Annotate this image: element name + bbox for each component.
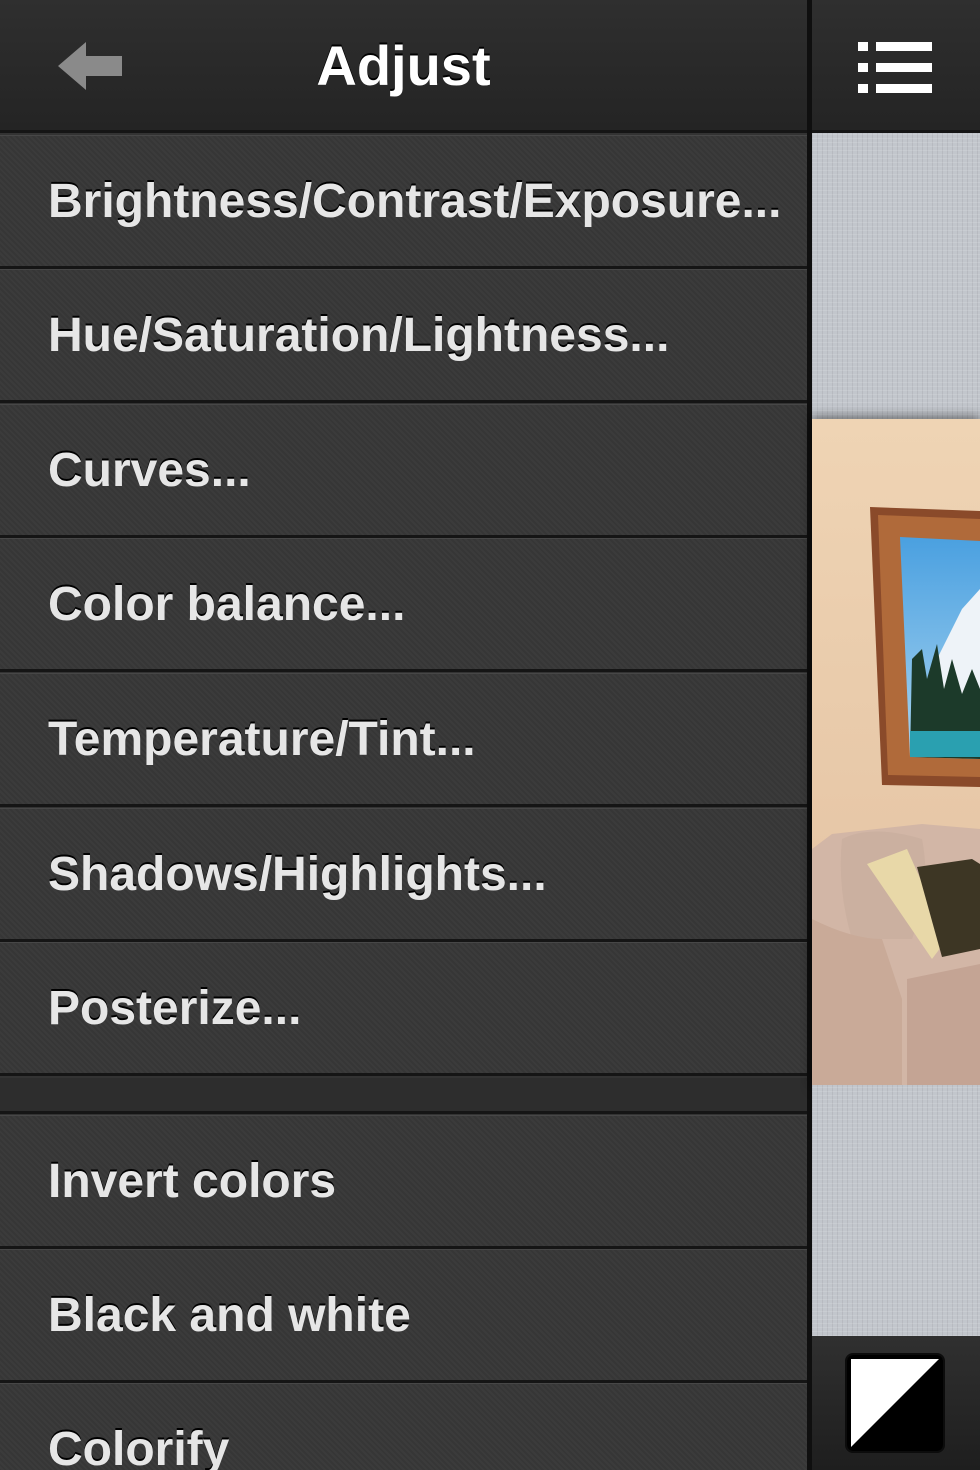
menu-item-label: Black and white — [48, 1289, 411, 1342]
menu-item-invert-colors[interactable]: Invert colors — [0, 1115, 807, 1249]
list-icon — [858, 42, 932, 93]
menu-header: Adjust — [0, 0, 807, 133]
menu-item-label: Curves... — [48, 444, 251, 497]
menu-item-label: Posterize... — [48, 982, 302, 1035]
menu-item-colorify[interactable]: Colorify — [0, 1383, 807, 1470]
menu-item-label: Color balance... — [48, 578, 406, 631]
menu-item-label: Brightness/Contrast/Exposure... — [48, 175, 782, 228]
menu-item-label: Temperature/Tint... — [48, 713, 476, 766]
menu-section-separator — [0, 1078, 807, 1114]
photo-canvas[interactable] — [812, 419, 980, 1085]
menu-item-label: Shadows/Highlights... — [48, 848, 547, 901]
menu-item-brightness-contrast-exposure[interactable]: Brightness/Contrast/Exposure... — [0, 135, 807, 269]
page-title: Adjust — [316, 34, 491, 97]
adjust-menu-panel: Adjust Brightness/Contrast/Exposure... H… — [0, 0, 807, 1470]
canvas-header — [812, 0, 980, 133]
menu-item-posterize[interactable]: Posterize... — [0, 942, 807, 1076]
menu-item-label: Hue/Saturation/Lightness... — [48, 309, 670, 362]
menu-item-black-and-white[interactable]: Black and white — [0, 1249, 807, 1383]
menu-item-shadows-highlights[interactable]: Shadows/Highlights... — [0, 808, 807, 942]
canvas-background-bottom — [812, 1085, 980, 1336]
menu-item-temperature-tint[interactable]: Temperature/Tint... — [0, 673, 807, 807]
menu-item-label: Invert colors — [48, 1155, 337, 1208]
contrast-icon — [847, 1355, 943, 1451]
menu-item-hue-saturation-lightness[interactable]: Hue/Saturation/Lightness... — [0, 269, 807, 403]
canvas-background — [812, 133, 980, 419]
menu-item-color-balance[interactable]: Color balance... — [0, 538, 807, 672]
menu-item-label: Colorify — [48, 1423, 230, 1470]
contrast-button[interactable] — [845, 1353, 945, 1453]
menu-list-button[interactable] — [856, 38, 936, 98]
bottom-toolbar — [812, 1336, 980, 1470]
menu-item-curves[interactable]: Curves... — [0, 404, 807, 538]
photo-image — [812, 419, 980, 1085]
